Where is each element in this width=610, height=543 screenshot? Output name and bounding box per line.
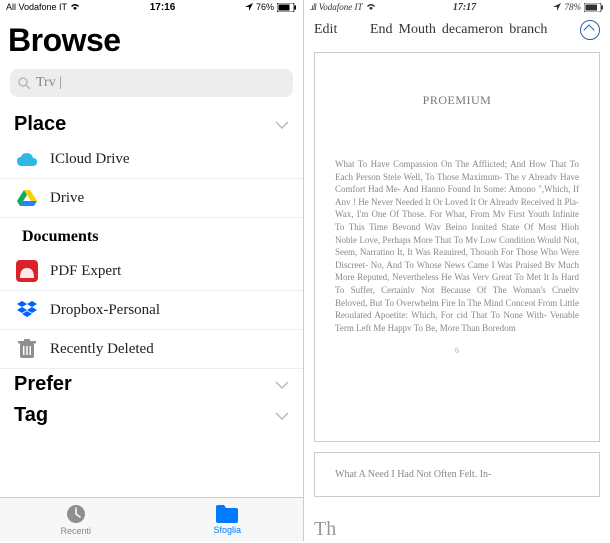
page-body-text: What A Need I Had Not Often Felt. In-: [335, 469, 579, 480]
battery-icon: [584, 3, 604, 12]
chapter-title: PROEMIUM: [335, 93, 579, 108]
signal-icon: .ıll: [310, 2, 316, 12]
place-header[interactable]: Place: [0, 109, 303, 140]
page-body-text: What To Have Compassion On The Afflicted…: [335, 158, 579, 334]
tag-header[interactable]: Tag: [0, 400, 303, 431]
carrier-label: Vodafone IT: [319, 2, 363, 12]
documents-header: Documents: [0, 218, 303, 252]
drive-icon: [16, 187, 38, 209]
place-item-drive[interactable]: Drive: [0, 179, 303, 218]
status-time: 17:16: [150, 2, 176, 13]
list-item-label: Recently Deleted: [50, 341, 154, 358]
list-item-label: Drive: [50, 190, 84, 207]
toolbar-word[interactable]: branch: [509, 22, 547, 38]
list-item-label: PDF Expert: [50, 263, 121, 280]
chevron-down-icon: [275, 412, 289, 420]
search-icon: [18, 77, 31, 90]
trash-icon: [16, 338, 38, 360]
tab-label: Sfoglia: [213, 525, 241, 535]
place-item-icloud[interactable]: ICloud Drive: [0, 140, 303, 179]
status-bar-right: .ıll Vodafone IT 17:17 78%: [304, 0, 610, 14]
status-time: 17:17: [453, 2, 476, 13]
browse-title: Browse: [0, 14, 303, 69]
location-icon: [553, 3, 561, 11]
carrier-label: All Vodafone IT: [6, 2, 67, 12]
search-input[interactable]: Trv |: [10, 69, 293, 97]
folder-icon: [215, 504, 239, 524]
wifi-icon: [366, 3, 376, 11]
wifi-icon: [70, 3, 80, 11]
toolbar-word[interactable]: decameron: [442, 22, 503, 38]
cloud-icon: [16, 148, 38, 170]
clock-icon: [65, 503, 87, 525]
doc-item-pdfexpert[interactable]: PDF Expert: [0, 252, 303, 291]
battery-icon: [277, 3, 297, 12]
battery-pct: 78%: [564, 2, 581, 12]
reader-toolbar: Edit End Mouth decameron branch: [304, 14, 610, 46]
search-placeholder: Trv |: [36, 75, 62, 91]
page-number: 6: [335, 346, 579, 355]
chevron-down-icon: [275, 121, 289, 129]
reader-page-2[interactable]: What A Need I Had Not Often Felt. In-: [314, 452, 600, 497]
battery-pct: 76%: [256, 2, 274, 12]
edit-button[interactable]: Edit: [314, 22, 337, 38]
toolbar-word[interactable]: End: [370, 22, 393, 38]
tab-label: Recenti: [60, 526, 91, 536]
doc-item-dropbox[interactable]: Dropbox-Personal: [0, 291, 303, 330]
reader-page-1[interactable]: PROEMIUM What To Have Compassion On The …: [314, 52, 600, 442]
dropbox-icon: [16, 299, 38, 321]
toolbar-word[interactable]: Mouth: [399, 22, 436, 38]
location-icon: [245, 3, 253, 11]
dropcap: Th: [314, 518, 336, 541]
tab-recent[interactable]: Recenti: [0, 498, 152, 541]
prefer-header[interactable]: Prefer: [0, 369, 303, 400]
list-item-label: Dropbox-Personal: [50, 302, 160, 319]
tab-browse[interactable]: Sfoglia: [152, 498, 304, 541]
doc-item-deleted[interactable]: Recently Deleted: [0, 330, 303, 369]
tab-bar: Recenti Sfoglia: [0, 497, 303, 541]
navigate-icon[interactable]: [580, 20, 600, 40]
chevron-down-icon: [275, 381, 289, 389]
status-bar-left: All Vodafone IT 17:16 76%: [0, 0, 303, 14]
list-item-label: ICloud Drive: [50, 151, 130, 168]
pdf-expert-icon: [16, 260, 38, 282]
